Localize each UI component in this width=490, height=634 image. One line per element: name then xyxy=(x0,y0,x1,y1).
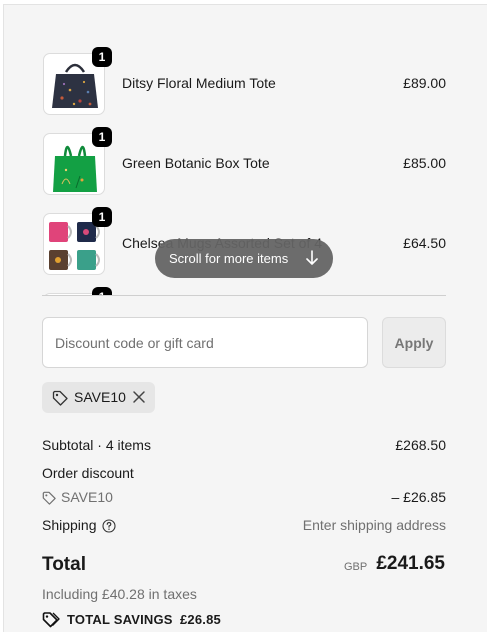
tax-note: Including £40.28 in taxes xyxy=(42,586,197,602)
subtotal-row: Subtotal · 4 items £268.50 xyxy=(42,437,446,453)
discount-value: – £26.85 xyxy=(391,489,447,505)
tag-icon xyxy=(52,390,68,406)
shipping-row: Shipping Enter shipping address xyxy=(42,517,446,533)
quantity-badge: 1 xyxy=(92,207,112,227)
shipping-value: Enter shipping address xyxy=(302,517,446,533)
line-item: 1 Green Botanic Box Tote £85.00 xyxy=(42,127,446,197)
shipping-label: Shipping xyxy=(42,517,97,533)
discount-code-label: SAVE10 xyxy=(61,489,113,505)
help-icon[interactable] xyxy=(102,519,116,533)
product-price: £85.00 xyxy=(403,155,446,171)
tag-icon xyxy=(42,491,56,505)
total-currency: GBP xyxy=(344,561,368,573)
order-discount-label: Order discount xyxy=(42,465,134,481)
total-label: Total xyxy=(42,554,86,575)
subtotal-label: Subtotal · 4 items xyxy=(42,437,151,453)
savings-label: TOTAL SAVINGS xyxy=(67,612,173,627)
savings-tag-icon xyxy=(42,612,60,628)
applied-discount-chip: SAVE10 xyxy=(42,382,155,413)
order-summary-panel: 1 Ditsy Floral Medium Tote £89.00 1 Gree… xyxy=(3,4,487,632)
quantity-badge: 1 xyxy=(92,47,112,67)
product-name: Ditsy Floral Medium Tote xyxy=(122,75,276,91)
savings-value: £26.85 xyxy=(180,612,221,627)
divider xyxy=(42,295,446,296)
line-item: 1 Ditsy Floral Medium Tote £89.00 xyxy=(42,47,446,117)
total-value: £241.65 xyxy=(376,553,445,574)
quantity-badge: 1 xyxy=(92,287,112,295)
discount-code-input[interactable] xyxy=(42,317,368,368)
product-price: £64.50 xyxy=(403,235,446,251)
order-discount-row: Order discount xyxy=(42,465,446,481)
close-icon[interactable] xyxy=(132,390,146,404)
apply-discount-button[interactable]: Apply xyxy=(382,317,446,368)
scroll-hint-label: Scroll for more items xyxy=(169,251,289,266)
quantity-badge: 1 xyxy=(92,127,112,147)
subtotal-value: £268.50 xyxy=(395,437,446,453)
product-price: £89.00 xyxy=(403,75,446,91)
product-name: Green Botanic Box Tote xyxy=(122,155,270,171)
applied-code-label: SAVE10 xyxy=(74,389,126,405)
arrow-down-icon xyxy=(306,250,318,265)
scroll-for-more-button[interactable]: Scroll for more items xyxy=(155,239,333,278)
